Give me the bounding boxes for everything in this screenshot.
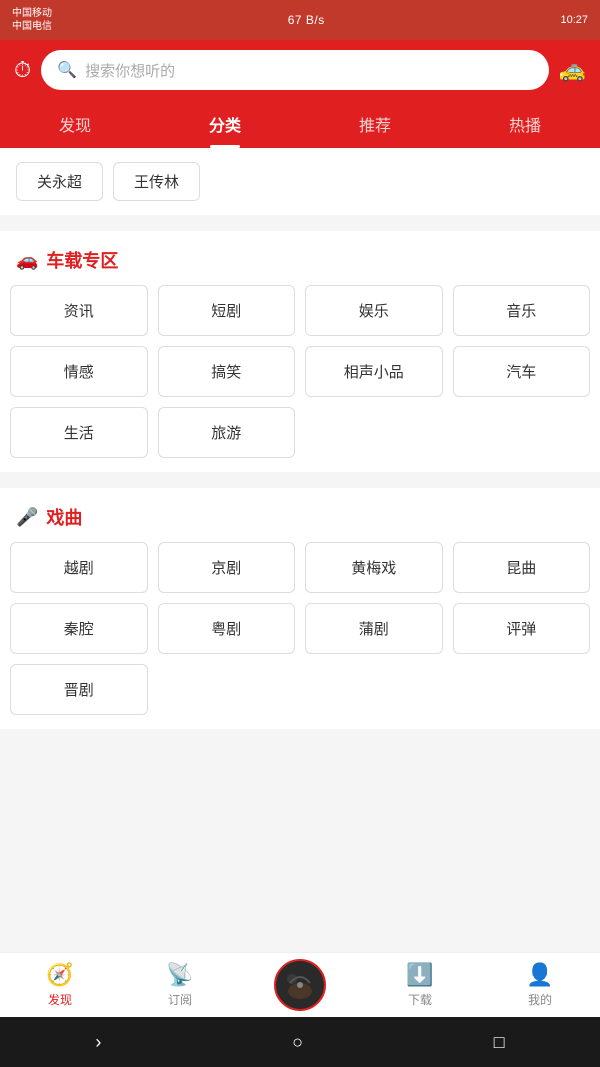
- android-navbar: › ○ □: [0, 1017, 600, 1067]
- opera-item-4[interactable]: 秦腔: [10, 603, 148, 654]
- car-item-2[interactable]: 娱乐: [305, 285, 443, 336]
- artist-btn-0[interactable]: 关永超: [16, 162, 103, 201]
- subscribe-icon: 📡: [166, 962, 193, 988]
- search-placeholder: 搜索你想听的: [85, 60, 175, 81]
- bottom-nav: 🧭 发现 📡 订阅 ⬇️ 下载 👤 我的: [0, 952, 600, 1017]
- download-label: 下载: [408, 991, 432, 1008]
- car-mode-icon[interactable]: 🚕: [559, 57, 586, 83]
- car-item-0[interactable]: 资讯: [10, 285, 148, 336]
- nav-tabs: 发现 分类 推荐 热播: [0, 100, 600, 148]
- opera-item-8[interactable]: 晋剧: [10, 664, 148, 715]
- download-icon: ⬇️: [406, 962, 433, 988]
- opera-item-0[interactable]: 越剧: [10, 542, 148, 593]
- opera-grid: 越剧 京剧 黄梅戏 昆曲 秦腔 粤剧 蒲剧 评弹 晋剧: [0, 542, 600, 729]
- mine-icon: 👤: [526, 962, 553, 988]
- discover-icon: 🧭: [46, 962, 73, 988]
- discover-label: 发现: [48, 991, 72, 1008]
- carrier-info: 中国移动 中国电信: [12, 7, 52, 33]
- back-button[interactable]: ›: [95, 1032, 101, 1053]
- opera-item-1[interactable]: 京剧: [158, 542, 296, 593]
- opera-section-header: 🎤 戏曲: [0, 488, 600, 542]
- opera-item-6[interactable]: 蒲剧: [305, 603, 443, 654]
- opera-section-title: 戏曲: [46, 504, 82, 530]
- subscribe-label: 订阅: [168, 991, 192, 1008]
- car-item-8[interactable]: 生活: [10, 407, 148, 458]
- status-bar: 中国移动 中国电信 67 B/s 10:27: [0, 0, 600, 40]
- network-speed: 67 B/s: [288, 13, 325, 27]
- opera-item-3[interactable]: 昆曲: [453, 542, 591, 593]
- recents-button[interactable]: □: [494, 1032, 505, 1053]
- nav-player[interactable]: [240, 959, 360, 1011]
- tab-category[interactable]: 分类: [150, 100, 300, 148]
- time-display: 10:27: [560, 14, 588, 26]
- car-item-6[interactable]: 相声小品: [305, 346, 443, 397]
- car-item-7[interactable]: 汽车: [453, 346, 591, 397]
- clock-icon: ⏱: [14, 57, 31, 83]
- car-section-header: 🚗 车载专区: [0, 231, 600, 285]
- artist-btn-1[interactable]: 王传林: [113, 162, 200, 201]
- car-section-title: 车载专区: [46, 247, 118, 273]
- search-icon: 🔍: [57, 60, 77, 80]
- home-button[interactable]: ○: [292, 1032, 303, 1053]
- car-item-3[interactable]: 音乐: [453, 285, 591, 336]
- nav-discover[interactable]: 🧭 发现: [0, 956, 120, 1014]
- tab-discover[interactable]: 发现: [0, 100, 150, 148]
- nav-download[interactable]: ⬇️ 下载: [360, 956, 480, 1014]
- search-bar[interactable]: 🔍 搜索你想听的: [41, 50, 548, 90]
- opera-section: 🎤 戏曲 越剧 京剧 黄梅戏 昆曲 秦腔 粤剧 蒲剧 评弹 晋剧: [0, 488, 600, 729]
- player-avatar: [274, 959, 326, 1011]
- content-area: 关永超 王传林 🚗 车载专区 资讯 短剧 娱乐 音乐 情感 搞笑 相声小品 汽车…: [0, 148, 600, 739]
- car-section-icon: 🚗: [16, 250, 38, 271]
- opera-item-7[interactable]: 评弹: [453, 603, 591, 654]
- tab-hot[interactable]: 热播: [450, 100, 600, 148]
- artist-row: 关永超 王传林: [0, 148, 600, 215]
- car-section: 🚗 车载专区 资讯 短剧 娱乐 音乐 情感 搞笑 相声小品 汽车 生活 旅游: [0, 231, 600, 472]
- opera-section-icon: 🎤: [16, 507, 38, 528]
- tab-recommend[interactable]: 推荐: [300, 100, 450, 148]
- car-item-4[interactable]: 情感: [10, 346, 148, 397]
- mine-label: 我的: [528, 991, 552, 1008]
- app-header: ⏱ 🔍 搜索你想听的 🚕: [0, 40, 600, 100]
- nav-subscribe[interactable]: 📡 订阅: [120, 956, 240, 1014]
- nav-mine[interactable]: 👤 我的: [480, 956, 600, 1014]
- car-item-9[interactable]: 旅游: [158, 407, 296, 458]
- opera-item-2[interactable]: 黄梅戏: [305, 542, 443, 593]
- opera-item-5[interactable]: 粤剧: [158, 603, 296, 654]
- car-grid: 资讯 短剧 娱乐 音乐 情感 搞笑 相声小品 汽车 生活 旅游: [0, 285, 600, 472]
- car-item-1[interactable]: 短剧: [158, 285, 296, 336]
- car-item-5[interactable]: 搞笑: [158, 346, 296, 397]
